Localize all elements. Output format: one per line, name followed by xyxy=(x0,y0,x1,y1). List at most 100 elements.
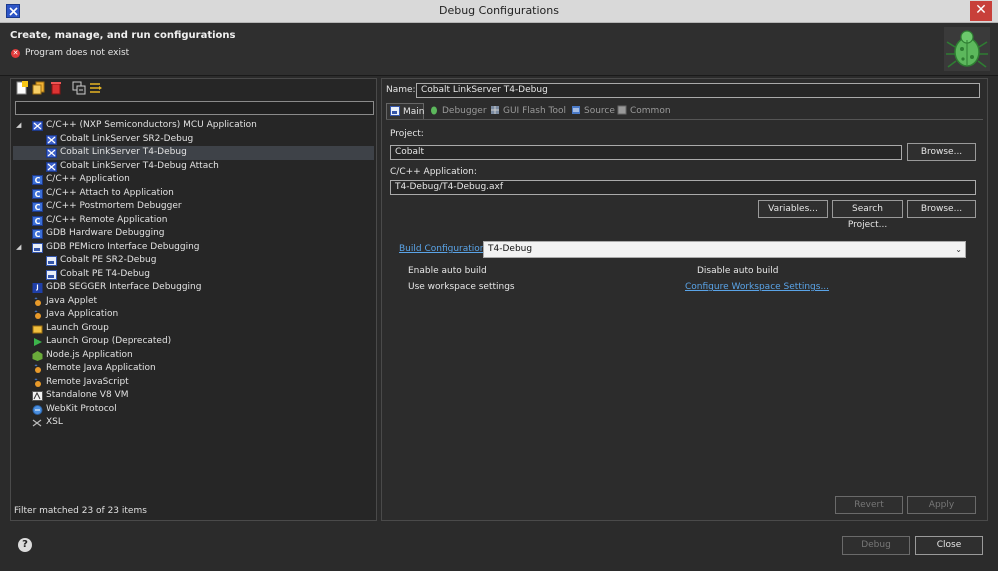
tree-item-label: Cobalt LinkServer T4-Debug Attach xyxy=(60,160,219,171)
common-tab-icon xyxy=(617,105,627,114)
expand-toggle-icon[interactable]: ◢ xyxy=(16,119,24,133)
tab-label: Common xyxy=(630,106,671,116)
apply-button[interactable]: Apply xyxy=(907,496,976,514)
tab-label: Debugger xyxy=(442,106,487,116)
name-label: Name: xyxy=(386,85,416,95)
tree-item-label: C/C++ Postmortem Debugger xyxy=(46,201,182,211)
duplicate-config-icon[interactable] xyxy=(32,81,46,95)
project-browse-button[interactable]: Browse... xyxy=(907,143,976,161)
tree-item-capp[interactable]: C C/C++ Application xyxy=(13,173,374,187)
build-configuration-value: T4-Debug xyxy=(488,244,533,254)
tab-main[interactable]: Main xyxy=(386,103,425,119)
tree-item-label: GDB Hardware Debugging xyxy=(46,228,165,238)
tab-source[interactable]: Source xyxy=(568,103,615,119)
xsl-icon xyxy=(32,419,42,427)
tree-item-label: GDB PEMicro Interface Debugging xyxy=(46,241,200,252)
tree-item-rjava[interactable]: Remote Java Application xyxy=(13,362,374,376)
revert-button[interactable]: Revert xyxy=(835,496,903,514)
tree-item-label: Launch Group (Deprecated) xyxy=(46,336,172,346)
variables-button[interactable]: Variables... xyxy=(758,200,828,218)
window-close-button[interactable]: ✕ xyxy=(970,1,992,21)
tree-item-v8[interactable]: Standalone V8 VM xyxy=(13,389,374,403)
tree-item-japplet[interactable]: Java Applet xyxy=(13,295,374,309)
c-launch-icon xyxy=(32,121,43,131)
pe-icon xyxy=(46,269,57,280)
window-title: Debug Configurations xyxy=(438,4,559,17)
tree-item-label: Cobalt LinkServer T4-Debug xyxy=(60,147,187,157)
tab-debugger[interactable]: Debugger xyxy=(426,103,487,119)
tree-item-cattach[interactable]: C C/C++ Attach to Application xyxy=(13,187,374,201)
tree-item-t4a[interactable]: Cobalt LinkServer T4-Debug Attach xyxy=(13,160,374,174)
tree-item-pet4[interactable]: Cobalt PE T4-Debug xyxy=(13,268,374,282)
tree-item-lgroup[interactable]: Launch Group xyxy=(13,322,374,336)
error-message: Program does not exist xyxy=(25,48,130,58)
svg-text:J: J xyxy=(35,284,38,291)
tree-item-label: GDB SEGGER Interface Debugging xyxy=(46,282,202,292)
java-icon xyxy=(34,297,41,306)
tree-item-label: Standalone V8 VM xyxy=(46,390,129,400)
tree-item-t4[interactable]: Cobalt LinkServer T4-Debug xyxy=(13,146,374,160)
tree-item-gdbhw[interactable]: C GDB Hardware Debugging xyxy=(13,227,374,241)
c-launch-icon xyxy=(46,161,57,172)
svg-text:C: C xyxy=(35,190,41,199)
debugger-tab-icon xyxy=(431,106,437,114)
tree-item-label: XSL xyxy=(46,417,63,427)
tree-item-segger[interactable]: J GDB SEGGER Interface Debugging xyxy=(13,281,374,295)
tab-common[interactable]: Common xyxy=(614,103,674,119)
c-app-icon: C xyxy=(32,202,43,212)
tree-item-sr2[interactable]: Cobalt LinkServer SR2-Debug xyxy=(13,133,374,147)
title-bar: Debug Configurations ✕ xyxy=(0,0,998,23)
jlink-icon: J xyxy=(32,283,43,293)
tree-item-xsl[interactable]: XSL xyxy=(13,416,374,430)
use-workspace-settings-option[interactable]: Use workspace settings xyxy=(408,282,515,292)
expand-toggle-icon[interactable]: ◢ xyxy=(16,241,24,255)
collapse-all-icon[interactable] xyxy=(72,81,86,95)
tree-item-label: WebKit Protocol xyxy=(46,403,117,414)
tree-item-node[interactable]: Node.js Application xyxy=(13,349,374,363)
tree-item-pesr2[interactable]: Cobalt PE SR2-Debug xyxy=(13,254,374,268)
svg-text:C: C xyxy=(35,176,41,185)
tree-item-label: Remote Java Application xyxy=(46,363,156,373)
tab-label: GUI Flash Tool xyxy=(503,106,567,116)
build-configuration-link[interactable]: Build Configuration: xyxy=(399,244,489,254)
configuration-list-panel: ◢ C/C++ (NXP Semiconductors) MCU Applicat… xyxy=(10,78,377,521)
new-config-icon[interactable] xyxy=(15,81,29,95)
filter-input[interactable] xyxy=(15,101,374,115)
close-button[interactable]: Close xyxy=(915,536,983,555)
tab-label: Main xyxy=(403,107,425,117)
c-app-icon: C xyxy=(32,229,43,239)
error-icon: ✕ xyxy=(11,49,20,58)
application-label: C/C++ Application: xyxy=(390,167,477,177)
tree-item-rjs[interactable]: Remote JavaScript xyxy=(13,376,374,390)
config-tree: ◢ C/C++ (NXP Semiconductors) MCU Applicat… xyxy=(13,119,374,430)
pe-icon xyxy=(32,242,43,253)
configure-workspace-link[interactable]: Configure Workspace Settings... xyxy=(685,282,829,292)
tree-item-pemicro[interactable]: ◢ GDB PEMicro Interface Debugging xyxy=(13,241,374,255)
application-field[interactable]: T4-Debug/T4-Debug.axf xyxy=(390,180,976,195)
c-launch-icon xyxy=(46,148,57,158)
delete-config-icon[interactable] xyxy=(49,81,63,95)
debug-button[interactable]: Debug xyxy=(842,536,910,555)
help-icon[interactable]: ? xyxy=(18,538,32,552)
application-browse-button[interactable]: Browse... xyxy=(907,200,976,218)
tree-item-mcu[interactable]: ◢ C/C++ (NXP Semiconductors) MCU Applicat… xyxy=(13,119,374,133)
tree-item-lgroupd[interactable]: Launch Group (Deprecated) xyxy=(13,335,374,349)
svg-text:C: C xyxy=(35,230,41,239)
tree-item-japp[interactable]: Java Application xyxy=(13,308,374,322)
filter-config-icon[interactable] xyxy=(89,81,103,95)
tree-item-cremote[interactable]: C C/C++ Remote Application xyxy=(13,214,374,228)
tree-item-cpm[interactable]: C C/C++ Postmortem Debugger xyxy=(13,200,374,214)
project-field[interactable]: Cobalt xyxy=(390,145,902,160)
svg-text:C: C xyxy=(35,203,41,212)
build-configuration-select[interactable]: T4-Debug ⌄ xyxy=(483,241,966,258)
tree-item-label: Cobalt LinkServer SR2-Debug xyxy=(60,133,194,144)
enable-auto-build-option[interactable]: Enable auto build xyxy=(408,266,487,276)
tab-gui-flash-tool[interactable]: GUI Flash Tool xyxy=(487,103,567,119)
pe-icon xyxy=(46,256,57,266)
webkit-icon xyxy=(32,404,43,415)
search-project-button[interactable]: Search Project... xyxy=(832,200,903,230)
flash-tool-tab-icon xyxy=(491,105,499,114)
name-field[interactable]: Cobalt LinkServer T4-Debug xyxy=(416,83,980,98)
disable-auto-build-option[interactable]: Disable auto build xyxy=(697,266,779,276)
tree-item-webkit[interactable]: WebKit Protocol xyxy=(13,403,374,417)
